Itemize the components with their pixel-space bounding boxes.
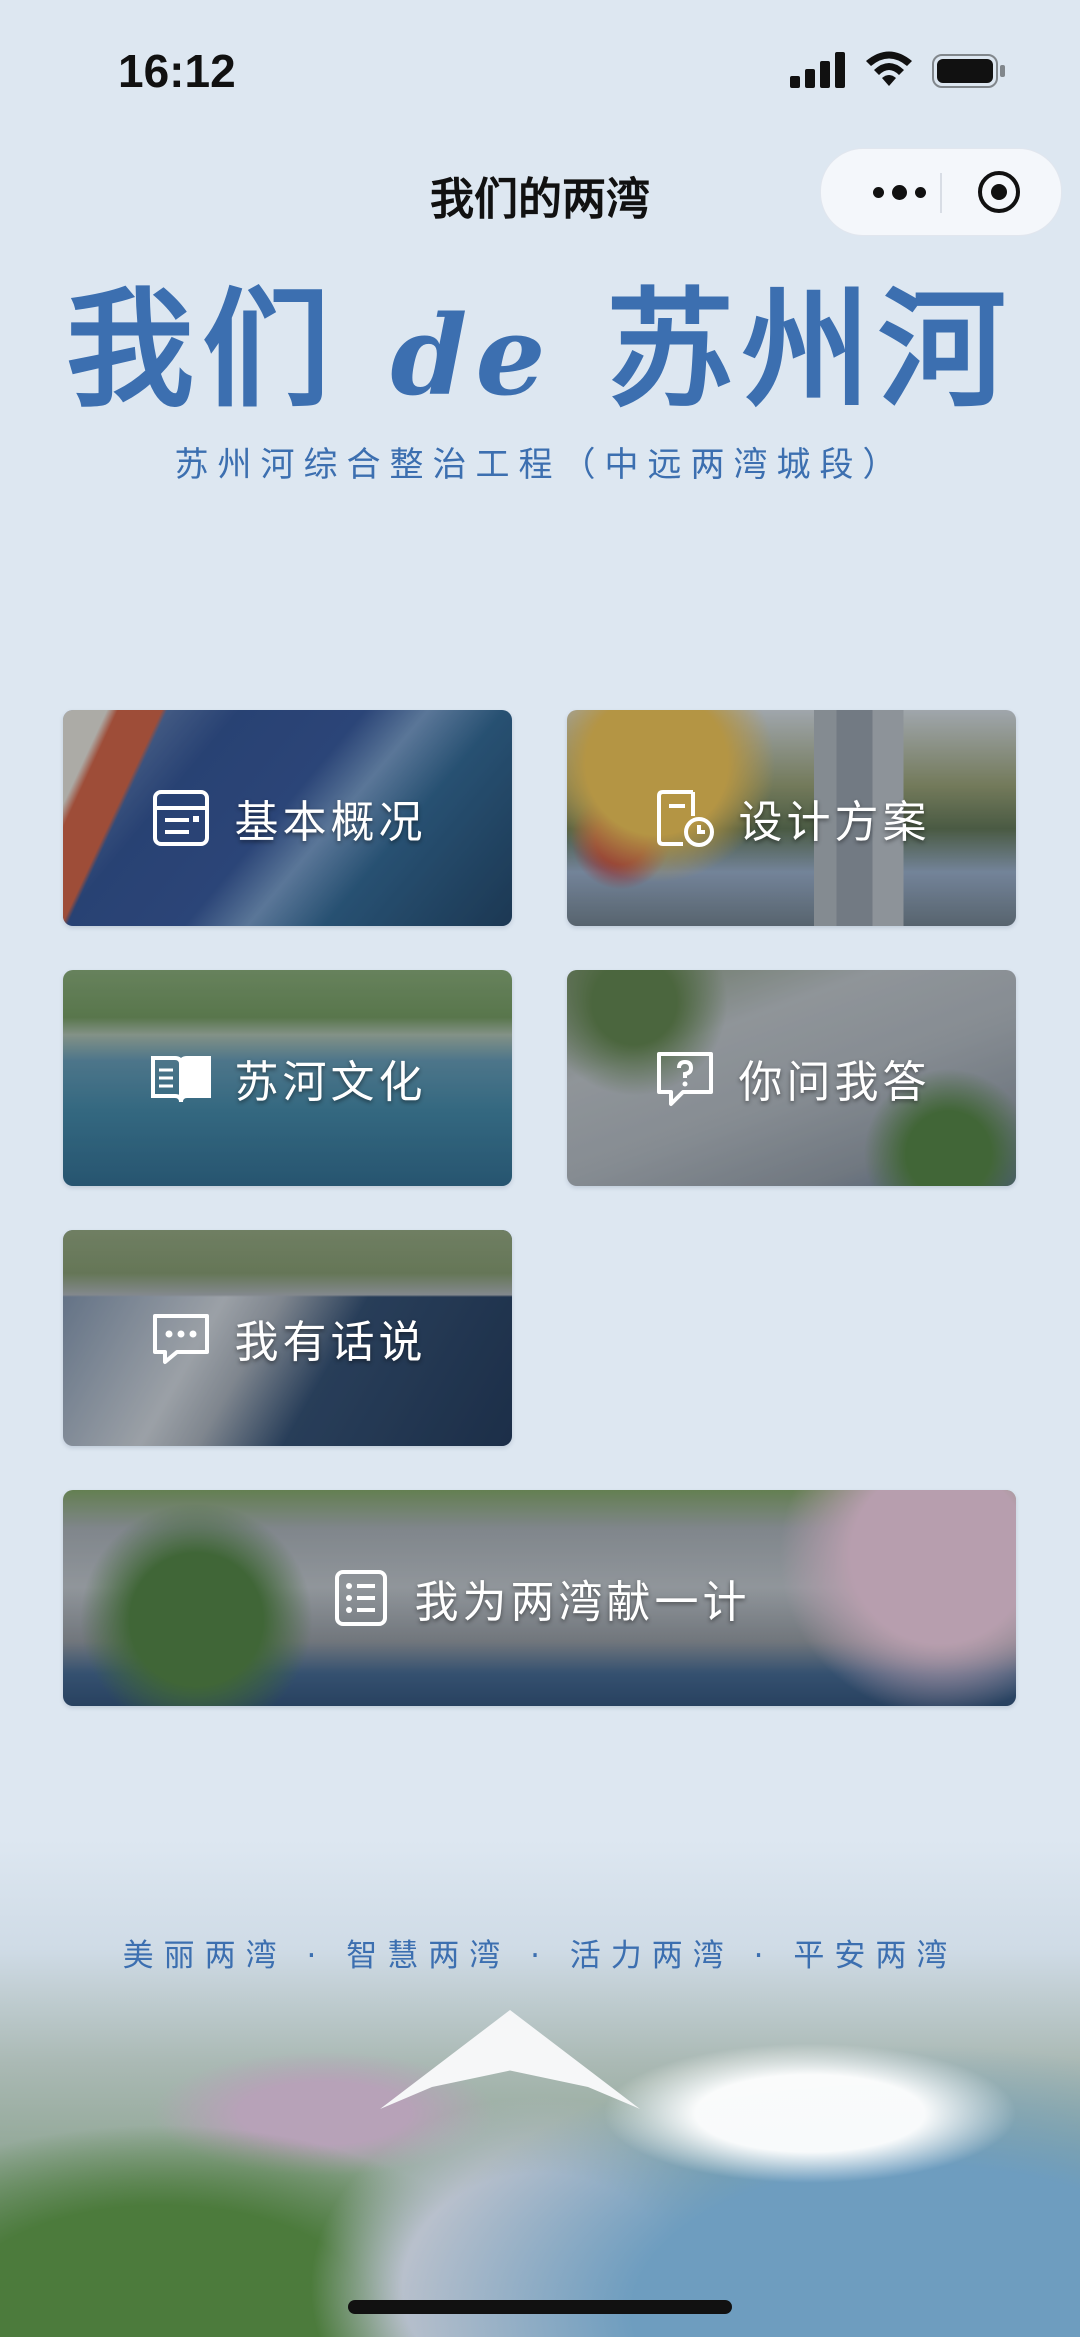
tile-label: 苏河文化 bbox=[234, 1057, 427, 1108]
battery-icon bbox=[932, 54, 1005, 88]
tile-qa[interactable]: 你问我答 bbox=[567, 970, 1016, 1186]
document-list-icon bbox=[152, 790, 209, 846]
close-target-icon[interactable] bbox=[976, 169, 1022, 215]
footer-landscape-image bbox=[0, 1840, 1080, 2337]
wifi-icon bbox=[866, 51, 912, 86]
tile-label: 设计方案 bbox=[738, 797, 931, 848]
checklist-icon bbox=[334, 1570, 387, 1626]
question-chat-icon bbox=[656, 1052, 713, 1106]
hero-subtitle: 苏州河综合整治工程（中远两湾城段） bbox=[174, 445, 906, 485]
tile-speak[interactable]: 我有话说 bbox=[63, 1230, 512, 1446]
cellular-signal-icon bbox=[790, 52, 845, 88]
tile-label: 我为两湾献一计 bbox=[414, 1577, 751, 1628]
tile-label: 我有话说 bbox=[234, 1317, 427, 1368]
tile-design-plan[interactable]: 设计方案 bbox=[567, 710, 1016, 926]
status-time: 16:12 bbox=[118, 45, 236, 97]
hero-title-part1: 我们 bbox=[65, 275, 391, 425]
more-menu-icon[interactable] bbox=[859, 171, 939, 213]
mini-program-capsule bbox=[820, 148, 1062, 236]
status-bar: 16:12 bbox=[0, 0, 1080, 140]
hero-title-part2: 苏州河 bbox=[553, 275, 1015, 425]
tile-label: 基本概况 bbox=[234, 797, 427, 848]
tile-suggestion[interactable]: 我为两湾献一计 bbox=[63, 1490, 1016, 1706]
tile-overview[interactable]: 基本概况 bbox=[63, 710, 512, 926]
hero-title-latin: de bbox=[390, 291, 554, 420]
chat-bubble-icon bbox=[152, 1314, 209, 1364]
document-clock-icon bbox=[656, 790, 714, 847]
footer-slogan: 美丽两湾 · 智慧两湾 · 活力两湾 · 平安两湾 bbox=[122, 1938, 958, 1974]
capsule-divider bbox=[940, 173, 942, 213]
hero-title: 我们 de 苏州河 bbox=[0, 280, 1080, 426]
open-book-icon bbox=[150, 1056, 211, 1103]
home-indicator[interactable] bbox=[348, 2300, 732, 2314]
tile-label: 你问我答 bbox=[738, 1057, 931, 1108]
tile-culture[interactable]: 苏河文化 bbox=[63, 970, 512, 1186]
